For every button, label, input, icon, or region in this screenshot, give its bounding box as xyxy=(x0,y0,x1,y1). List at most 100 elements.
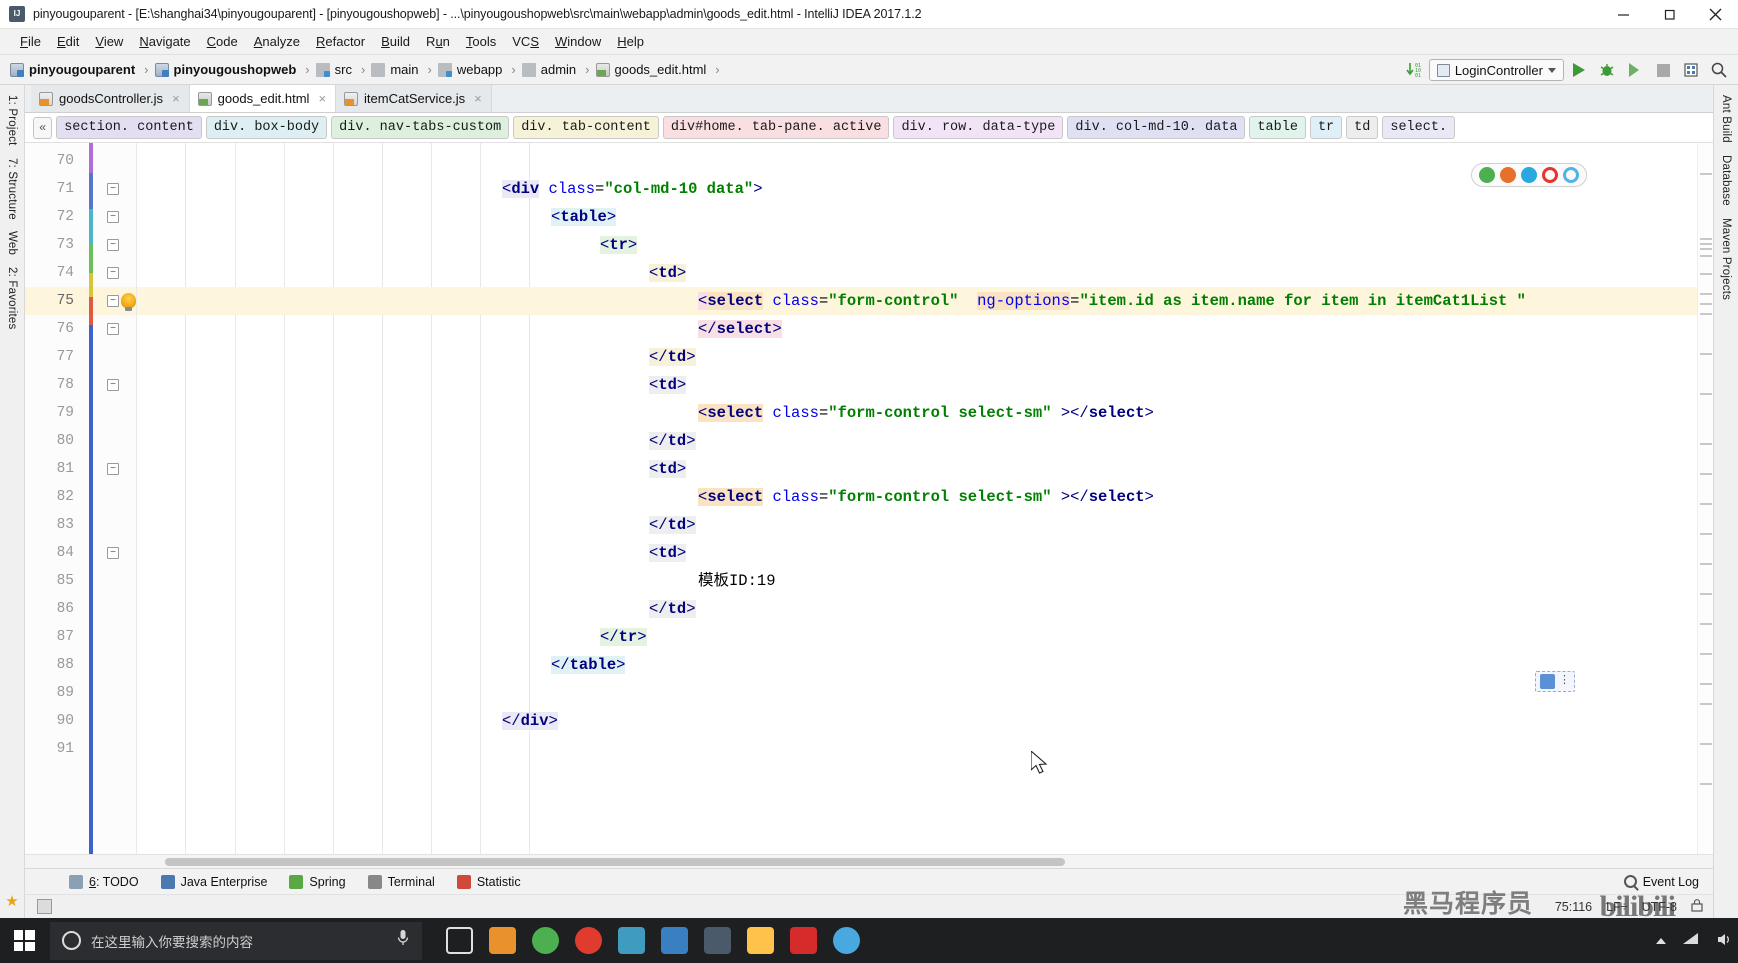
editor-tab-goodscontroller-js[interactable]: goodsController.js × xyxy=(31,85,190,112)
breadcrumb-pinyougouparent[interactable]: pinyougouparent › xyxy=(10,62,153,77)
error-stripe-mark[interactable] xyxy=(1700,743,1712,745)
menu-item-file[interactable]: File xyxy=(12,32,49,51)
error-stripe-mark[interactable] xyxy=(1700,533,1712,535)
breadcrumb-goods-edit-html[interactable]: goods_edit.html › xyxy=(595,62,724,77)
show-hidden-icons[interactable] xyxy=(1656,937,1666,944)
menu-item-vcs[interactable]: VCS xyxy=(504,32,547,51)
code-fold-toggle[interactable]: − xyxy=(107,379,119,391)
error-stripe-mark[interactable] xyxy=(1700,248,1712,250)
tool-window-web[interactable]: Web xyxy=(6,225,18,261)
code-line[interactable]: <tr> xyxy=(137,231,1697,259)
code-fold-toggle[interactable]: − xyxy=(107,323,119,335)
close-tab-icon[interactable]: × xyxy=(172,91,180,106)
lock-icon[interactable] xyxy=(1691,898,1703,915)
favorites-star-icon[interactable]: ★ xyxy=(5,892,18,910)
error-stripe-mark[interactable] xyxy=(1700,503,1712,505)
breadcrumb-pinyougoushopweb[interactable]: pinyougoushopweb › xyxy=(154,62,314,77)
structure-chip-div-tab-content[interactable]: div. tab-content xyxy=(513,116,659,139)
pdf-reader-icon[interactable] xyxy=(790,927,817,954)
tool-window-java-enterprise[interactable]: Java Enterprise xyxy=(160,874,267,889)
file-encoding[interactable]: UTF-8 xyxy=(1642,900,1677,914)
menu-item-refactor[interactable]: Refactor xyxy=(308,32,373,51)
editor-tab-itemcatservice-js[interactable]: itemCatService.js × xyxy=(336,85,492,112)
error-stripe-mark[interactable] xyxy=(1700,703,1712,705)
app-blue-icon[interactable] xyxy=(661,927,688,954)
code-line[interactable]: </td> xyxy=(137,343,1697,371)
structure-chip-tr[interactable]: tr xyxy=(1309,116,1343,139)
app-orange-icon[interactable] xyxy=(489,927,516,954)
line-separator[interactable]: LF÷ xyxy=(1606,900,1627,914)
status-indicator[interactable] xyxy=(37,899,52,914)
error-stripe-mark[interactable] xyxy=(1700,623,1712,625)
tool-window-statistic[interactable]: Statistic xyxy=(456,874,521,889)
code-line[interactable]: 模板ID:19 xyxy=(137,567,1697,595)
menu-item-window[interactable]: Window xyxy=(547,32,609,51)
error-stripe-mark[interactable] xyxy=(1700,293,1712,295)
error-stripe-mark[interactable] xyxy=(1700,393,1712,395)
breadcrumb-main[interactable]: main › xyxy=(371,62,436,77)
code-fold-toggle[interactable]: − xyxy=(107,463,119,475)
caret-position[interactable]: 75:116 xyxy=(1555,900,1592,914)
error-stripe-mark[interactable] xyxy=(1700,313,1712,315)
error-stripe-mark[interactable] xyxy=(1700,473,1712,475)
code-line[interactable]: </td> xyxy=(137,595,1697,623)
structure-chip-td[interactable]: td xyxy=(1346,116,1379,139)
menu-item-run[interactable]: Run xyxy=(418,32,458,51)
menu-item-code[interactable]: Code xyxy=(199,32,246,51)
search-everywhere-icon[interactable] xyxy=(1706,57,1732,83)
run-coverage-button[interactable] xyxy=(1622,57,1648,83)
menu-item-edit[interactable]: Edit xyxy=(49,32,87,51)
maximize-button[interactable] xyxy=(1646,0,1692,29)
tool-window-todo[interactable]: 6: TODO xyxy=(69,874,139,889)
code-line[interactable]: <div class="col-md-10 data"> xyxy=(137,175,1697,203)
editor-tab-goods-edit-html[interactable]: goods_edit.html × xyxy=(189,85,337,112)
error-stripe-mark[interactable] xyxy=(1700,783,1712,785)
tool-window-terminal[interactable]: Terminal xyxy=(367,874,435,889)
code-line[interactable] xyxy=(137,147,1697,175)
error-stripe-mark[interactable] xyxy=(1700,238,1712,240)
code-line[interactable]: <td> xyxy=(137,539,1697,567)
structure-chip-section-content[interactable]: section. content xyxy=(56,116,202,139)
app-teal-icon[interactable] xyxy=(618,927,645,954)
taskbar-search-input[interactable]: 在这里输入你要搜索的内容 xyxy=(50,921,422,960)
code-fold-toggle[interactable]: − xyxy=(107,295,119,307)
code-line[interactable] xyxy=(137,735,1697,763)
intellij-idea-icon[interactable] xyxy=(704,927,731,954)
microphone-icon[interactable] xyxy=(396,929,410,952)
breadcrumb-admin[interactable]: admin › xyxy=(521,62,594,77)
code-line[interactable]: <select class="form-control select-sm" >… xyxy=(137,399,1697,427)
code-line[interactable]: </table> xyxy=(137,651,1697,679)
run-configuration-selector[interactable]: LoginController xyxy=(1428,59,1564,81)
menu-item-build[interactable]: Build xyxy=(373,32,418,51)
error-stripe-mark[interactable] xyxy=(1700,273,1712,275)
error-stripe-mark[interactable] xyxy=(1700,653,1712,655)
code-line[interactable]: <table> xyxy=(137,203,1697,231)
code-fold-toggle[interactable]: − xyxy=(107,183,119,195)
error-stripe-mark[interactable] xyxy=(1700,563,1712,565)
close-button[interactable] xyxy=(1692,0,1738,29)
code-line[interactable]: <select class="form-control select-sm" >… xyxy=(137,483,1697,511)
update-project-icon[interactable]: 01 10 01 xyxy=(1401,57,1427,83)
error-stripe-mark[interactable] xyxy=(1700,593,1712,595)
intention-bulb-icon[interactable] xyxy=(121,293,136,311)
event-log-button[interactable]: Event Log xyxy=(1623,875,1699,889)
app-lightblue-icon[interactable] xyxy=(833,927,860,954)
code-line[interactable]: <select class="form-control" ng-options=… xyxy=(137,287,1697,315)
code-line[interactable]: </td> xyxy=(137,511,1697,539)
tool-window-favorites[interactable]: 2: Favorites xyxy=(6,261,18,335)
structure-chip-select-[interactable]: select. xyxy=(1382,116,1456,139)
structure-chip-div-row-data-type[interactable]: div. row. data-type xyxy=(893,116,1064,139)
error-stripe-mark[interactable] xyxy=(1700,173,1712,175)
error-stripe-markers[interactable] xyxy=(1697,143,1713,854)
code-fold-toggle[interactable]: − xyxy=(107,211,119,223)
code-line[interactable]: </tr> xyxy=(137,623,1697,651)
structure-chip-table[interactable]: table xyxy=(1249,116,1306,139)
menu-item-tools[interactable]: Tools xyxy=(458,32,504,51)
tool-window-maven-projects[interactable]: Maven Projects xyxy=(1720,212,1732,306)
windows-start-icon[interactable] xyxy=(0,918,48,963)
breadcrumb-src[interactable]: src › xyxy=(315,62,370,77)
error-stripe-mark[interactable] xyxy=(1700,443,1712,445)
code-line[interactable] xyxy=(137,679,1697,707)
editor-gutter[interactable]: 70 71 − 72 − 73 − 74 − 75 − 76 − 77 78 − 79 80 81 − 82 83 84 − 8… xyxy=(25,143,137,854)
task-view-icon[interactable] xyxy=(446,927,473,954)
